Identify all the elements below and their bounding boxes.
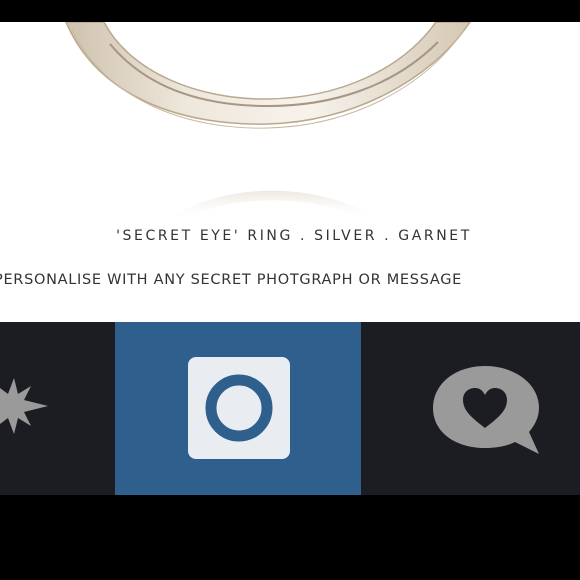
nav-tab-starburst[interactable] [0,322,115,495]
screen: 'SECRET EYE' RING . SILVER . GARNET PERS… [0,0,580,580]
top-letterbox-bar [0,0,580,22]
starburst-icon [0,378,48,434]
heart-chat-bubble-icon [433,366,539,454]
ring-photo [65,22,471,222]
bottom-letterbox-bar [0,495,580,580]
product-title: 'SECRET EYE' RING . SILVER . GARNET [116,228,472,244]
app-logo-icon [188,357,290,459]
nav-tab-favorites[interactable] [361,322,580,495]
product-panel: 'SECRET EYE' RING . SILVER . GARNET PERS… [0,22,580,322]
nav-tab-home[interactable] [115,322,361,495]
product-subtitle: PERSONALISE WITH ANY SECRET PHOTGRAPH OR… [0,272,463,288]
bottom-nav-bar [0,322,580,495]
